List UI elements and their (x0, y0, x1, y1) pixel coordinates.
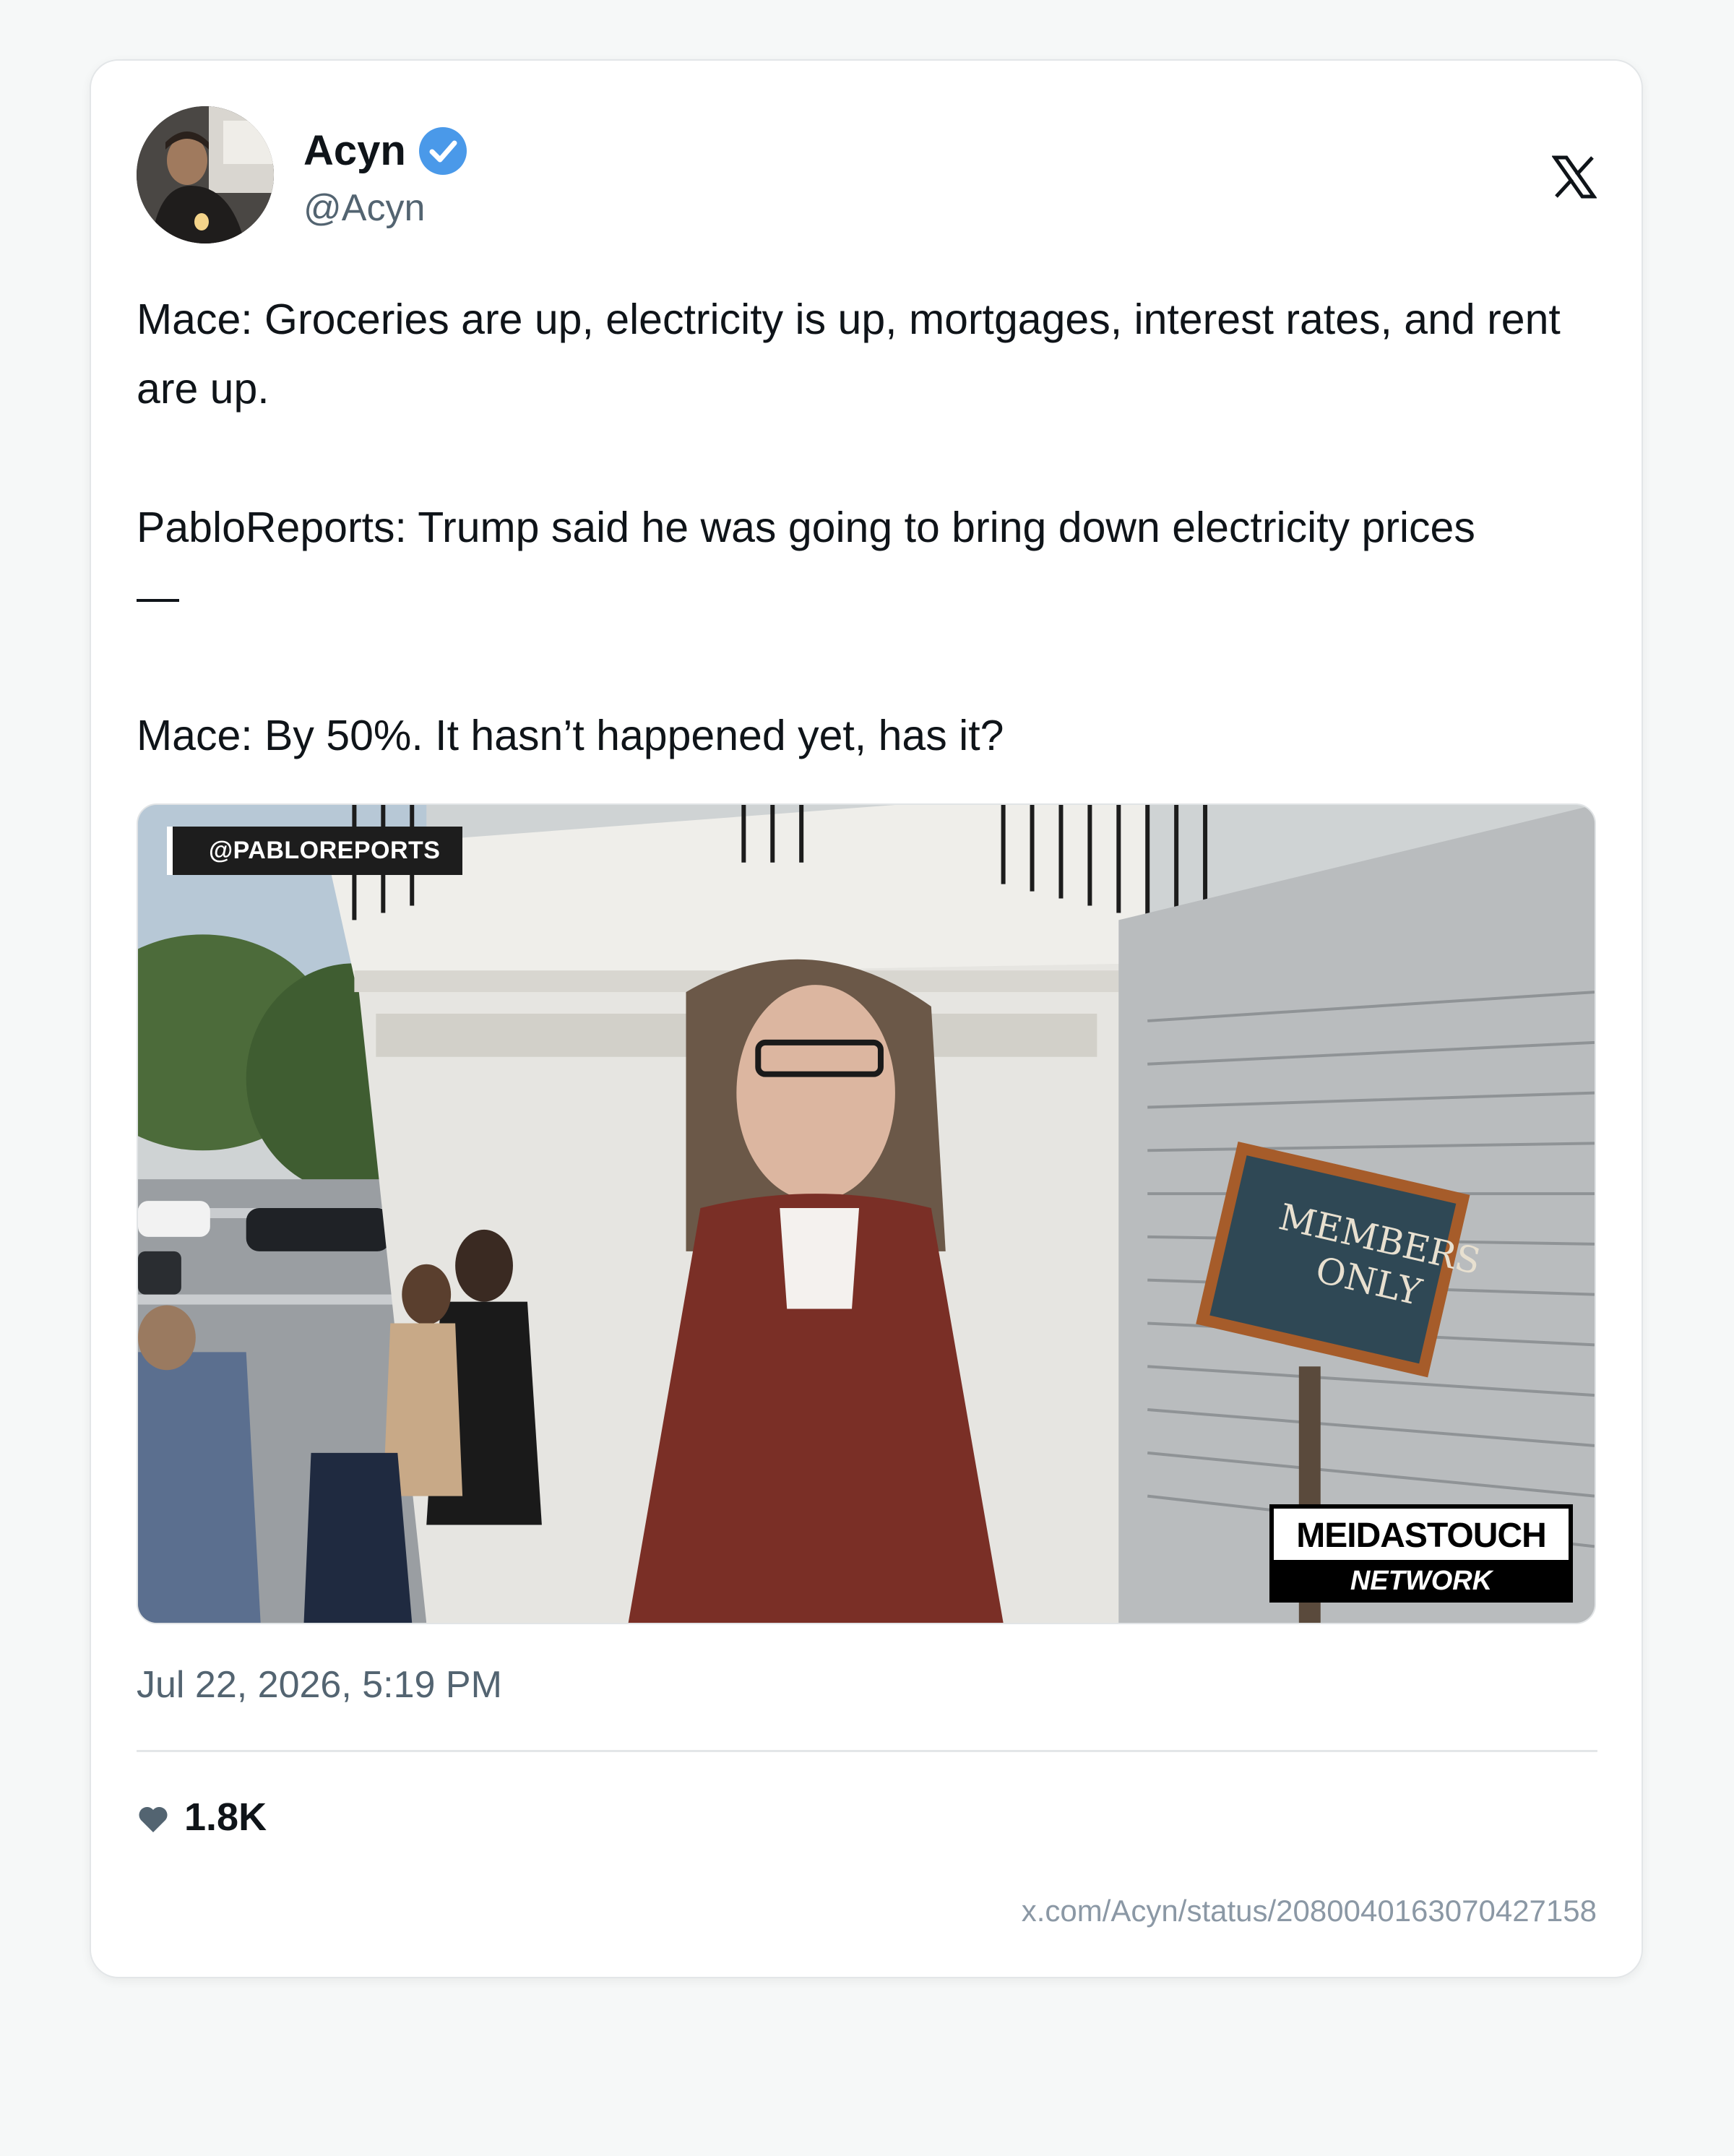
avatar[interactable] (137, 106, 274, 243)
divider (137, 1750, 1597, 1752)
tweet-card: Acyn @Acyn Mace: Groceries are up, elect… (90, 59, 1643, 1978)
tweet-timestamp[interactable]: Jul 22, 2026, 5:19 PM (137, 1666, 502, 1704)
network-badge-bottom: NETWORK (1269, 1560, 1573, 1603)
x-logo-icon[interactable] (1552, 155, 1597, 199)
author-display-name[interactable]: Acyn (303, 126, 468, 176)
meidastouch-network-badge: MEIDASTOUCH NETWORK (1269, 1504, 1573, 1603)
author-handle[interactable]: @Acyn (303, 189, 425, 227)
author-name-text[interactable]: Acyn (303, 130, 406, 172)
tweet-text: Mace: Groceries are up, electricity is u… (137, 296, 1561, 759)
likes-value: 1.8K (184, 1795, 267, 1839)
status-url-link[interactable]: x.com/Acyn/status/2080040163070427158 (1022, 1896, 1597, 1926)
likes-count[interactable]: 1.8K (137, 1795, 267, 1840)
tweet-video[interactable]: @PABLOREPORTS MEMBERS ONLY MEIDASTOUCH N… (137, 803, 1596, 1624)
network-badge-top: MEIDASTOUCH (1269, 1504, 1573, 1560)
verified-badge-icon (418, 126, 468, 176)
video-watermark-pabloreports: @PABLOREPORTS (167, 827, 462, 875)
heart-icon[interactable] (137, 1802, 170, 1835)
